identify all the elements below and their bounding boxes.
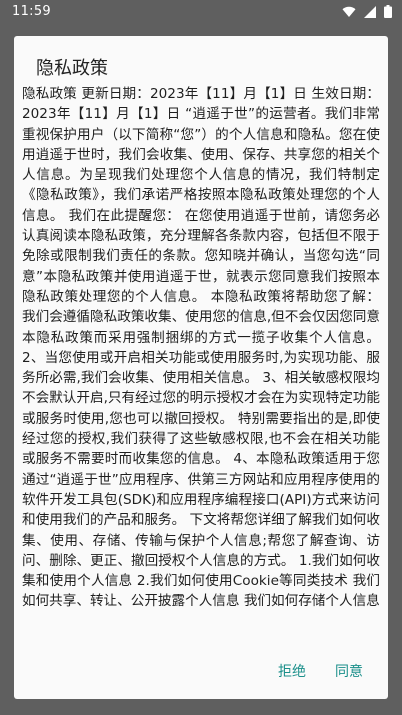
dialog-actions: 拒绝 同意 <box>14 645 388 699</box>
status-icons <box>342 5 392 18</box>
agree-button[interactable]: 同意 <box>335 661 363 681</box>
privacy-policy-text[interactable]: 隐私政策 更新日期：2023年【11】月【1】日 生效日期：2023年【11】月… <box>22 84 380 630</box>
dialog-title: 隐私政策 <box>36 58 108 79</box>
status-time: 11:59 <box>12 4 51 19</box>
wifi-icon <box>342 6 356 17</box>
cellular-signal-icon <box>364 5 376 18</box>
privacy-policy-dialog: 隐私政策 隐私政策 更新日期：2023年【11】月【1】日 生效日期：2023年… <box>14 36 388 699</box>
reject-button[interactable]: 拒绝 <box>278 661 306 681</box>
status-bar: 11:59 <box>0 0 402 24</box>
battery-icon <box>384 5 392 18</box>
